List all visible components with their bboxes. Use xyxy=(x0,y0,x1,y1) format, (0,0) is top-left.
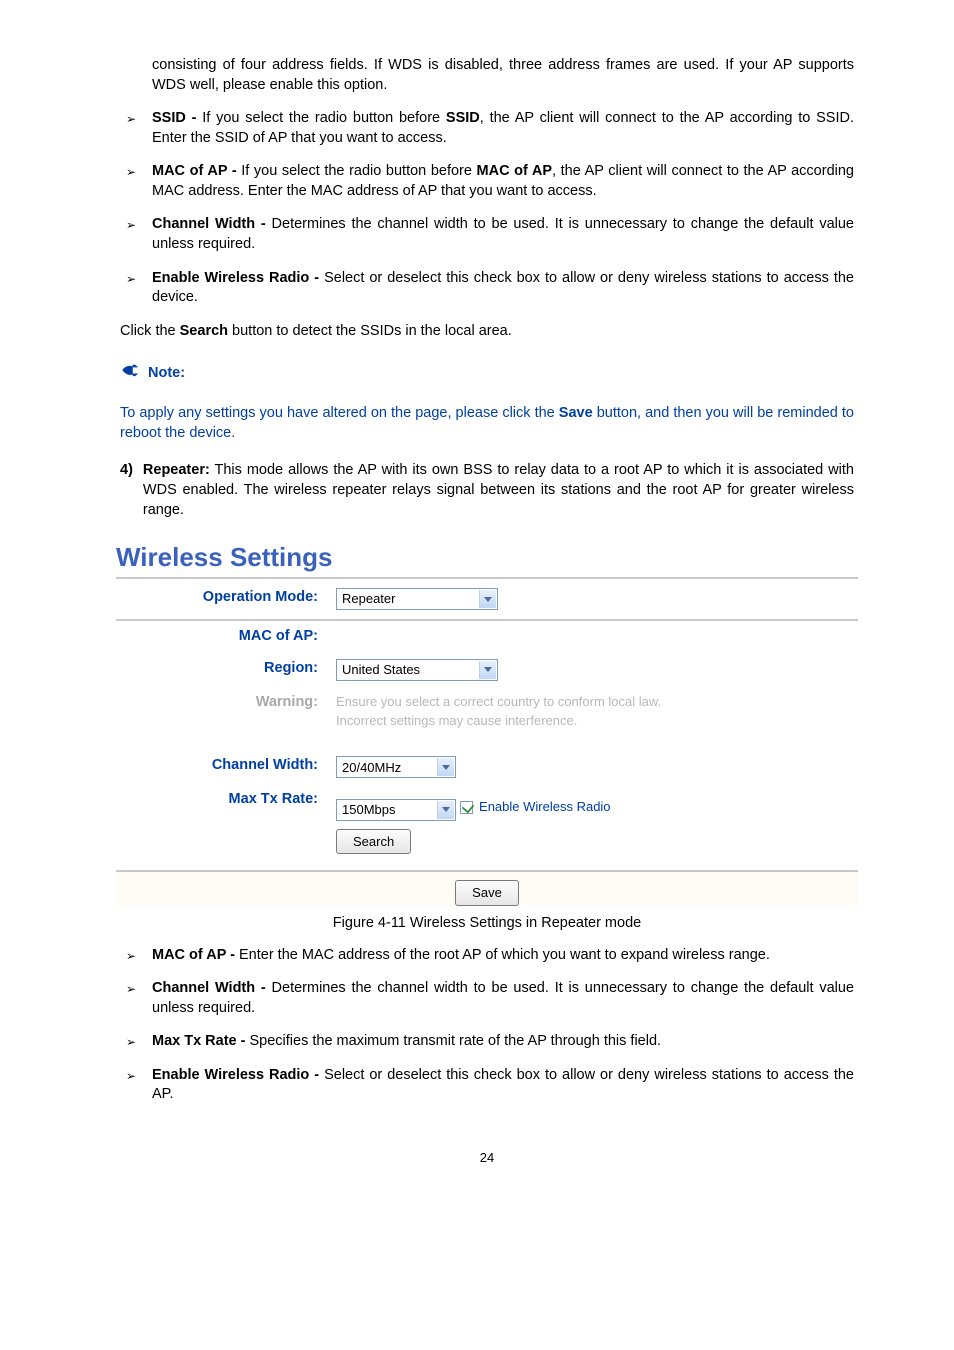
step-text: Repeater: This mode allows the AP with i… xyxy=(143,461,854,520)
bullet-body-pre: If you select the radio button before xyxy=(241,163,476,179)
bullet-body-pre: If you select the radio button before xyxy=(202,110,446,126)
text-pre: Click the xyxy=(120,323,180,339)
channel-width-select[interactable]: 20/40MHz xyxy=(336,756,456,778)
bullet-channel-width: Channel Width - Determines the channel w… xyxy=(120,215,854,254)
warning-line-2: Incorrect settings may cause interferenc… xyxy=(336,712,858,731)
bottom-bullet-list: MAC of AP - Enter the MAC address of the… xyxy=(120,946,854,1105)
region-select[interactable]: United States xyxy=(336,659,498,681)
label-warning: Warning: xyxy=(256,694,318,710)
chevron-down-icon xyxy=(437,758,454,776)
channel-width-value: 20/40MHz xyxy=(342,759,423,777)
page-number: 24 xyxy=(120,1149,854,1167)
chevron-down-icon xyxy=(479,661,496,679)
bullet-channel-width-2: Channel Width - Determines the channel w… xyxy=(120,979,854,1018)
bullet-lead: Enable Wireless Radio - xyxy=(152,270,324,286)
step-4: 4) Repeater: This mode allows the AP wit… xyxy=(120,461,854,520)
bullet-bold-mid: SSID xyxy=(446,110,480,126)
wireless-settings-panel: Operation Mode: Repeater MAC of AP: Regi… xyxy=(116,577,858,906)
bullet-lead: MAC of AP - xyxy=(152,947,239,963)
text-bold: Search xyxy=(180,323,228,339)
bullet-lead: SSID - xyxy=(152,110,202,126)
label-operation-mode: Operation Mode: xyxy=(203,589,318,605)
note-body: To apply any settings you have altered o… xyxy=(120,404,854,443)
label-mac-of-ap: MAC of AP: xyxy=(239,628,318,644)
checkbox-label: Enable Wireless Radio xyxy=(479,798,611,816)
bullet-max-tx-rate: Max Tx Rate - Specifies the maximum tran… xyxy=(120,1032,854,1052)
click-search-text: Click the Search button to detect the SS… xyxy=(120,322,854,342)
max-tx-rate-value: 150Mbps xyxy=(342,801,417,819)
search-button[interactable]: Search xyxy=(336,829,411,855)
text-post: button to detect the SSIDs in the local … xyxy=(228,323,512,339)
top-bullet-list: SSID - If you select the radio button be… xyxy=(120,109,854,308)
bullet-lead: MAC of AP - xyxy=(152,163,241,179)
operation-mode-select[interactable]: Repeater xyxy=(336,588,498,610)
bullet-mac-of-ap-2: MAC of AP - Enter the MAC address of the… xyxy=(120,946,854,966)
label-max-tx-rate: Max Tx Rate: xyxy=(229,791,318,807)
intro-paragraph: consisting of four address fields. If WD… xyxy=(152,56,854,95)
note-heading: Note: xyxy=(120,363,185,384)
pointer-icon xyxy=(120,363,142,384)
panel-title: Wireless Settings xyxy=(116,540,854,575)
bullet-body: Specifies the maximum transmit rate of t… xyxy=(250,1033,662,1049)
bullet-enable-wireless-2: Enable Wireless Radio - Select or desele… xyxy=(120,1066,854,1105)
bullet-mac-of-ap: MAC of AP - If you select the radio butt… xyxy=(120,162,854,201)
save-row: Save xyxy=(116,870,858,906)
save-button[interactable]: Save xyxy=(455,880,519,906)
row-operation-mode: Operation Mode: Repeater xyxy=(116,577,858,619)
bullet-lead: Channel Width - xyxy=(152,216,272,232)
note-bold: Save xyxy=(559,405,593,421)
bullet-ssid: SSID - If you select the radio button be… xyxy=(120,109,854,148)
enable-wireless-checkbox[interactable]: Enable Wireless Radio xyxy=(460,798,611,816)
bullet-enable-wireless: Enable Wireless Radio - Select or desele… xyxy=(120,269,854,308)
chevron-down-icon xyxy=(479,590,496,608)
chevron-down-icon xyxy=(437,801,454,819)
row-mac-region-warning: MAC of AP: Region: United States Warning… xyxy=(116,619,858,870)
label-channel-width: Channel Width: xyxy=(212,757,318,773)
warning-line-1: Ensure you select a correct country to c… xyxy=(336,693,858,712)
bullet-lead: Max Tx Rate - xyxy=(152,1033,250,1049)
step-number: 4) xyxy=(120,461,133,520)
step-body: This mode allows the AP with its own BSS… xyxy=(143,462,854,517)
step-lead: Repeater: xyxy=(143,462,210,478)
bullet-lead: Enable Wireless Radio - xyxy=(152,1067,324,1083)
region-value: United States xyxy=(342,661,442,679)
max-tx-rate-select[interactable]: 150Mbps xyxy=(336,799,456,821)
bullet-lead: Channel Width - xyxy=(152,980,272,996)
operation-mode-value: Repeater xyxy=(342,590,417,608)
bullet-body: Enter the MAC address of the root AP of … xyxy=(239,947,770,963)
note-label: Note: xyxy=(148,364,185,384)
bullet-bold-mid: MAC of AP xyxy=(477,163,553,179)
label-region: Region: xyxy=(264,660,318,676)
figure-caption: Figure 4-11 Wireless Settings in Repeate… xyxy=(120,914,854,934)
note-pre: To apply any settings you have altered o… xyxy=(120,405,559,421)
checkbox-icon xyxy=(460,801,473,814)
